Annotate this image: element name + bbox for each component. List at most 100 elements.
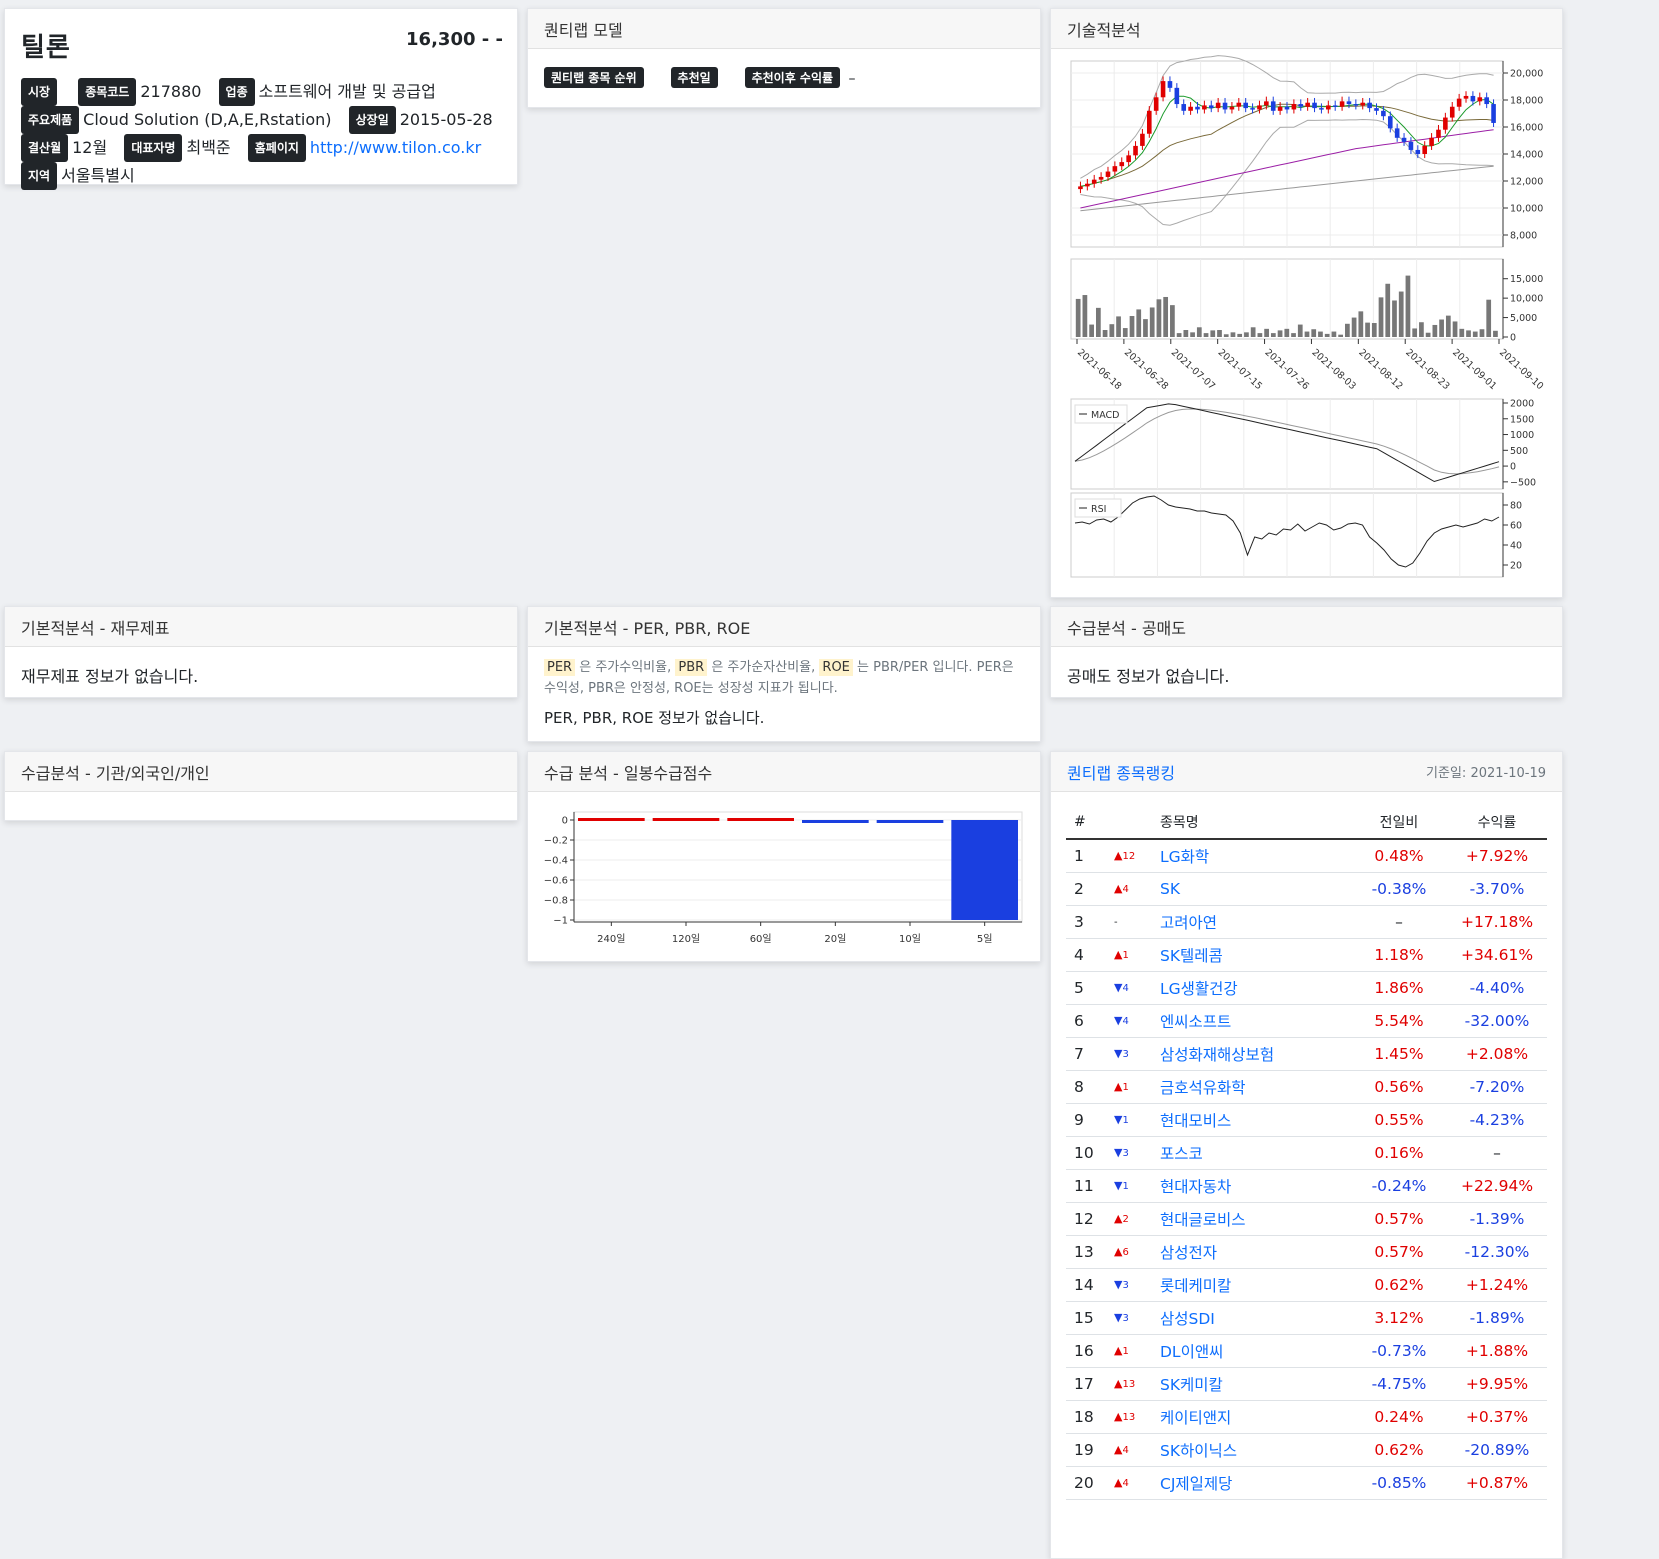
volume-bar [1392,300,1397,337]
candle-body [1188,106,1193,111]
rank-change-value: 1 [1122,1181,1129,1192]
stock-link[interactable]: LG생활건강 [1160,980,1238,998]
volume-bar [1304,331,1310,337]
volume-bar [1284,328,1290,337]
rank-change: ▲4 [1106,1433,1152,1467]
volume-bar [1345,323,1350,337]
stock-link[interactable]: 현대모비스 [1160,1112,1231,1130]
stock-name-cell: 삼성화재해상보험 [1152,1037,1351,1071]
ranking-title-link[interactable]: 퀀티랩 종목랭킹 [1067,760,1175,784]
stock-link[interactable]: 현대글로비스 [1160,1211,1246,1229]
stock-link[interactable]: SK하이닉스 [1160,1442,1237,1460]
roe-tag: ROE [819,659,853,676]
card-title: 수급분석 - 공매도 [1067,618,1186,638]
stock-link[interactable]: CJ제일제당 [1160,1475,1232,1493]
stock-link[interactable]: 금호석유화학 [1160,1079,1246,1097]
stock-link[interactable]: 삼성SDI [1160,1310,1215,1328]
stock-link[interactable]: 롯데케미칼 [1160,1277,1231,1295]
homepage-link[interactable]: http://www.tilon.co.kr [310,138,481,157]
table-row: 20 ▲4 CJ제일제당 -0.85% +0.87% [1066,1466,1547,1500]
rank-change: ▲6 [1106,1235,1152,1269]
volume-bar [1136,309,1142,337]
price-axis-tick-label: 8,000 [1510,231,1537,242]
volume-bar [1291,333,1296,337]
stock-link[interactable]: 삼성화재해상보험 [1160,1046,1274,1064]
candle-body [1319,108,1324,110]
candle-body [1332,105,1338,107]
candle-body [1353,104,1359,106]
candle-body [1119,162,1125,167]
candle-body [1401,137,1407,142]
day-change: 1.86% [1351,971,1447,1005]
volume-bar [1365,322,1370,337]
volume-bar [1075,298,1081,337]
return-value: -4.23% [1447,1103,1547,1137]
stock-link[interactable]: 현대자동차 [1160,1178,1231,1196]
candle-body [1339,101,1345,107]
stock-link[interactable]: 삼성전자 [1160,1244,1217,1262]
volume-bar [1445,315,1451,337]
stock-link[interactable]: SK케미칼 [1160,1376,1223,1394]
product-value: Cloud Solution (D,A,E,Rstation) [83,110,332,129]
candle-body [1153,97,1159,111]
volume-bar [1257,333,1263,337]
supply-y-tick-label: −1 [553,916,568,927]
table-row: 4 ▲1 SK텔레콤 1.18% +34.61% [1066,938,1547,972]
rank-number: 18 [1066,1400,1106,1434]
listed-badge: 상장일 [348,106,396,134]
rank-change-value: 3 [1122,1313,1129,1324]
candle-body [1463,95,1469,99]
short-header: 수급분석 - 공매도 [1051,607,1562,647]
candle-body [1160,81,1166,98]
rank-number: 5 [1066,971,1106,1005]
stock-link[interactable]: SK텔레콤 [1160,947,1223,965]
stock-name-cell: 금호석유화학 [1152,1070,1351,1104]
candle-body [1394,128,1400,138]
quant-rank-badge: 퀀티랩 종목 순위 [544,67,644,88]
stock-code: 217880 [140,82,202,101]
table-row: 11 ▼1 현대자동차 -0.24% +22.94% [1066,1169,1547,1203]
table-row: 16 ▲1 DL이앤씨 -0.73% +1.88% [1066,1334,1547,1368]
supply-y-tick-label: −0.8 [544,896,568,907]
date-tick-label: 2021-07-15 [1216,347,1264,392]
rank-number: 12 [1066,1202,1106,1236]
stock-link[interactable]: 엔씨소프트 [1160,1013,1231,1031]
rank-change: ▼3 [1106,1268,1152,1302]
tech-analysis-header: 기술적분석 [1051,9,1562,49]
stock-link[interactable]: 포스코 [1160,1145,1203,1163]
stock-link[interactable]: DL이앤씨 [1160,1343,1223,1361]
rank-number: 2 [1066,872,1106,906]
macd-axis-tick-label: 1000 [1510,430,1534,441]
macd-axis-tick-label: 1500 [1510,414,1534,425]
volume-bar [1493,330,1498,337]
day-change: 0.55% [1351,1103,1447,1137]
candle-body [1360,102,1366,106]
info-row-4: 지역 서울특별시 [21,162,501,190]
candle-body [1140,133,1145,146]
rank-number: 3 [1066,905,1106,939]
stock-name-cell: SK하이닉스 [1152,1433,1351,1467]
table-row: 10 ▼3 포스코 0.16% – [1066,1136,1547,1170]
day-change: -0.24% [1351,1169,1447,1203]
stock-link[interactable]: LG화학 [1160,848,1209,866]
candle-body [1202,105,1207,110]
rank-change: ▼3 [1106,1037,1152,1071]
macd-axis-tick-label: −500 [1510,477,1536,488]
volume-axis-tick-label: 15,000 [1510,274,1543,285]
stock-name-cell: 케이티앤지 [1152,1400,1351,1434]
card-title: 기본적분석 - 재무제표 [21,618,170,638]
rec-return-value: – [848,71,856,87]
date-tick-label: 2021-09-10 [1497,347,1545,392]
day-change: -0.38% [1351,872,1447,906]
candle-body [1167,81,1173,88]
candle-body [1491,104,1496,123]
stock-link[interactable]: SK [1160,880,1180,898]
short-selling-card: 수급분석 - 공매도 공매도 정보가 없습니다. [1050,606,1563,698]
stock-link[interactable]: 케이티앤지 [1160,1409,1231,1427]
day-change: -0.73% [1351,1334,1447,1368]
volume-bar [1331,331,1337,337]
volume-bar [1351,317,1357,337]
stock-link[interactable]: 고려아연 [1160,914,1217,932]
rank-change-value: - [1114,917,1118,928]
volume-bar [1122,328,1128,337]
